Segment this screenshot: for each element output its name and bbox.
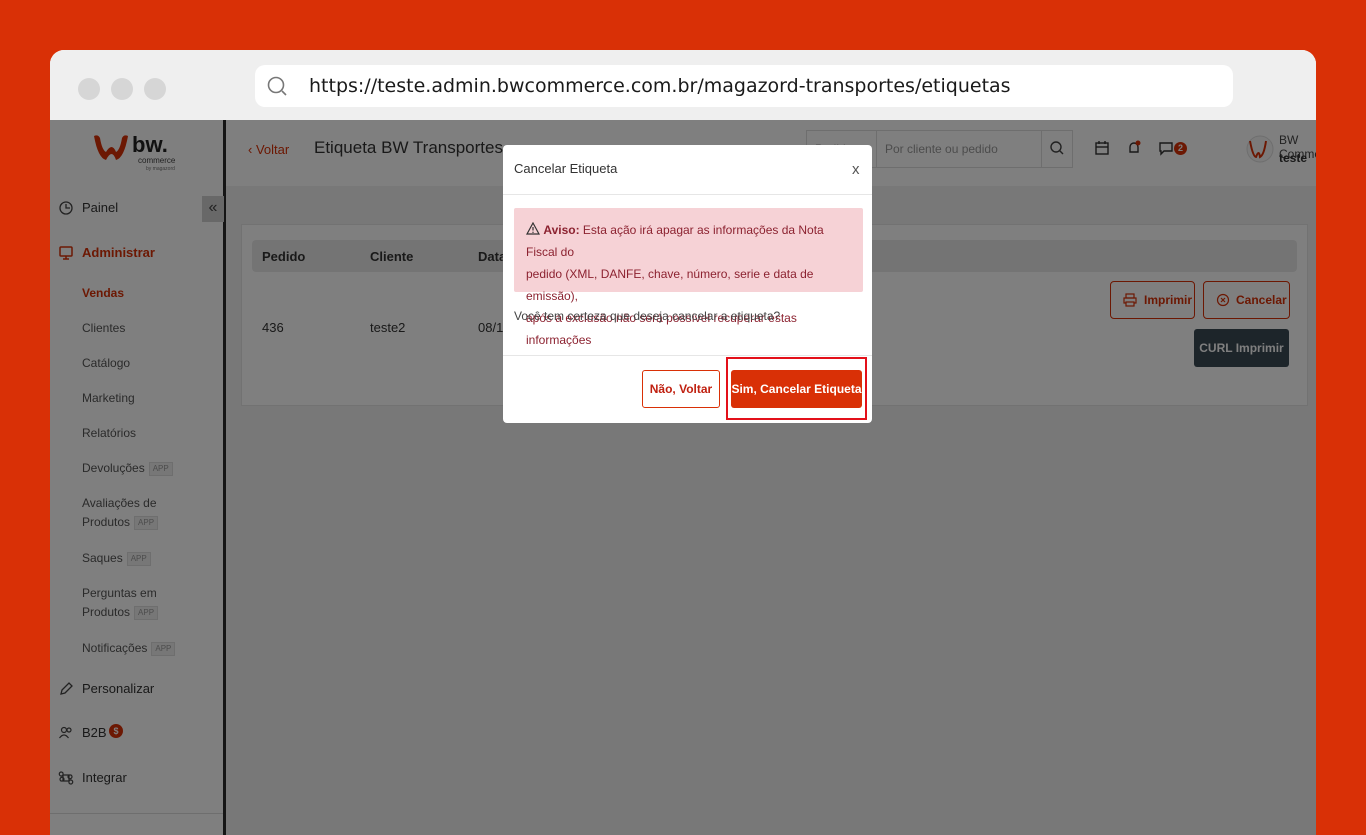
window-minimize-dot[interactable] <box>111 78 133 100</box>
no-back-button[interactable]: Não, Voltar <box>642 370 720 408</box>
warning-icon <box>525 221 541 235</box>
warning-text: pedido (XML, DANFE, chave, número, serie… <box>526 267 814 303</box>
search-icon <box>267 76 287 96</box>
cancel-label-modal: Cancelar Etiqueta x Aviso: Esta ação irá… <box>503 145 872 423</box>
modal-divider <box>503 194 872 195</box>
confirm-cancel-button[interactable]: Sim, Cancelar Etiqueta <box>731 370 862 408</box>
browser-chrome: https://teste.admin.bwcommerce.com.br/ma… <box>50 50 1316 120</box>
warning-strong: Aviso: <box>543 223 580 237</box>
window-maximize-dot[interactable] <box>144 78 166 100</box>
modal-divider <box>503 355 872 356</box>
browser-window: https://teste.admin.bwcommerce.com.br/ma… <box>50 50 1316 835</box>
warning-alert: Aviso: Esta ação irá apagar as informaçõ… <box>514 208 863 347</box>
window-close-dot[interactable] <box>78 78 100 100</box>
address-bar[interactable]: https://teste.admin.bwcommerce.com.br/ma… <box>255 65 1233 107</box>
modal-close-button[interactable]: x <box>852 161 860 178</box>
url-text: https://teste.admin.bwcommerce.com.br/ma… <box>309 75 1011 97</box>
confirm-question: Você tem certeza que deseja cancelar a e… <box>514 309 781 323</box>
modal-title: Cancelar Etiqueta <box>514 161 618 176</box>
